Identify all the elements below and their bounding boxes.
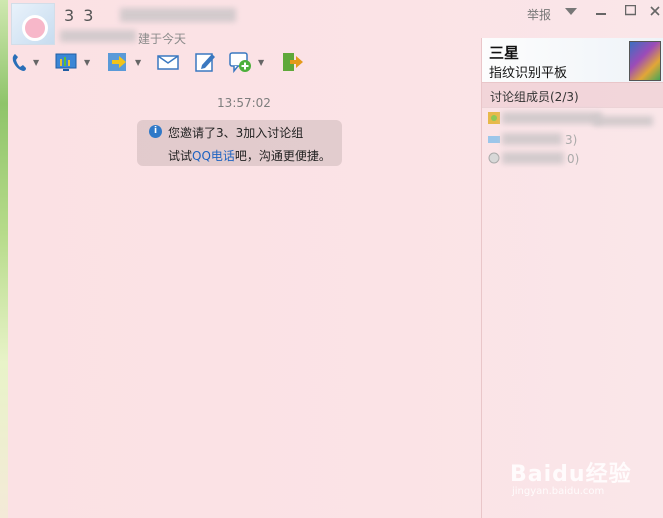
system-message-line1: 您邀请了3、3加入讨论组	[168, 126, 304, 140]
group-avatar[interactable]	[11, 3, 55, 45]
ad-banner[interactable]: 三星 指纹识别平板	[482, 38, 663, 82]
member-status-icon	[488, 112, 500, 124]
members-title: 讨论组成员(2/3)	[490, 90, 579, 104]
phone-icon[interactable]	[10, 50, 30, 76]
system-message-prefix: 试试	[168, 149, 193, 163]
ad-title: 三星	[489, 44, 520, 62]
report-link[interactable]: 举报	[527, 6, 551, 23]
member-item[interactable]: 0)	[488, 150, 658, 168]
exit-icon[interactable]	[280, 50, 304, 76]
blurred-member-name-extra	[593, 116, 653, 126]
system-message: i 您邀请了3、3加入讨论组 试试QQ电话吧，沟通更便捷。	[137, 120, 342, 166]
panel-divider[interactable]	[481, 38, 482, 518]
toolbar: ▼ ▼ ▼ ▼	[8, 50, 478, 78]
member-item[interactable]	[488, 110, 658, 128]
window-title: 3 3	[64, 6, 96, 25]
info-icon: i	[149, 125, 162, 138]
system-message-line2: 试试QQ电话吧，沟通更便捷。	[168, 147, 331, 164]
member-item[interactable]: 3)	[488, 131, 658, 149]
members-header: 讨论组成员(2/3)	[482, 82, 663, 108]
watermark-logo: Baidu经验	[510, 462, 632, 487]
close-icon[interactable]	[646, 4, 663, 20]
tablet-image	[629, 41, 661, 81]
phone-dropdown-icon[interactable]: ▼	[33, 58, 39, 67]
ad-subtitle: 指纹识别平板	[489, 66, 568, 81]
file-transfer-icon[interactable]	[106, 50, 130, 76]
window-subtitle: 建于今天	[138, 32, 187, 46]
screen-share-dropdown-icon[interactable]: ▼	[84, 58, 90, 67]
screen-share-icon[interactable]	[54, 50, 78, 76]
system-message-suffix: 吧，沟通更便捷。	[234, 149, 331, 163]
settings-dropdown-icon[interactable]	[562, 4, 580, 20]
message-timestamp: 13:57:02	[217, 96, 271, 110]
watermark-url: jingyan.baidu.com	[512, 486, 605, 497]
blurred-subtitle	[60, 30, 136, 42]
chat-message-area[interactable]: 13:57:02 i 您邀请了3、3加入讨论组 试试QQ电话吧，沟通更便捷。	[8, 82, 480, 518]
qq-call-link[interactable]: QQ电话	[192, 149, 235, 163]
blurred-title	[120, 8, 236, 22]
member-status-icon	[488, 136, 500, 143]
minimize-icon[interactable]	[592, 4, 610, 20]
member-status-icon	[488, 152, 500, 164]
email-icon[interactable]	[156, 50, 180, 76]
blurred-member-name	[502, 152, 564, 164]
member-suffix: 0)	[567, 152, 580, 166]
add-app-dropdown-icon[interactable]: ▼	[258, 58, 264, 67]
maximize-icon[interactable]	[621, 4, 639, 20]
blurred-member-name	[502, 112, 602, 124]
add-app-icon[interactable]	[228, 50, 252, 76]
blurred-member-name	[502, 133, 562, 145]
file-transfer-dropdown-icon[interactable]: ▼	[135, 58, 141, 67]
member-suffix: 3)	[565, 133, 578, 147]
desktop-background-strip	[0, 0, 8, 518]
chat-window: 3 3 建于今天 举报 ▼ ▼ ▼ ▼ 13:57:02 i 您邀请了3、3加入…	[8, 0, 663, 518]
baidu-watermark: Baidu经验 jingyan.baidu.com	[510, 456, 650, 506]
note-icon[interactable]	[193, 50, 217, 76]
